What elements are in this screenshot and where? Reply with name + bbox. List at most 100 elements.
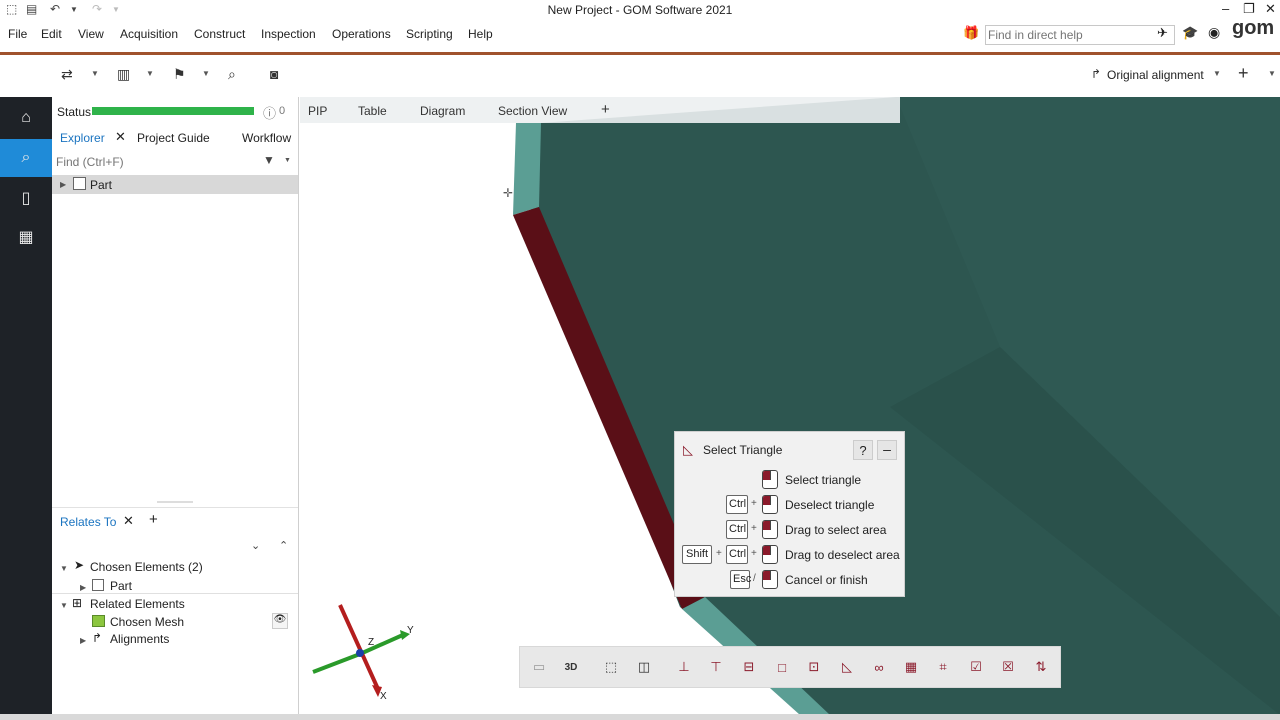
minimize-dialog-button[interactable]: – [877, 440, 897, 460]
mesh-view[interactable]: Z Y X [300, 97, 1280, 715]
clear-selection-icon[interactable]: ☒ [997, 657, 1019, 677]
close-icon[interactable]: ✕ [1265, 1, 1276, 17]
filter-icon[interactable]: ▼ [263, 153, 275, 167]
related-elements-label: Related Elements [90, 597, 185, 611]
add-dropdown-icon[interactable]: ▼ [1268, 69, 1276, 78]
splitter-handle[interactable] [157, 501, 193, 503]
shortcut-label: Drag to select area [785, 523, 887, 537]
menu-scripting[interactable]: Scripting [406, 27, 453, 41]
shortcut-row-cancel: Esc / Cancel or finish [675, 570, 906, 590]
label-dropdown-icon[interactable]: ▼ [202, 69, 210, 78]
tree-row-chosen-elements[interactable]: ▼ ➤ Chosen Elements (2) [60, 558, 298, 574]
rect-select-icon[interactable]: ⬚ [600, 657, 622, 677]
gift-icon[interactable]: 🎁 [963, 25, 979, 41]
slash-sign: / [753, 573, 756, 584]
help-button[interactable]: ? [853, 440, 873, 460]
report-icon[interactable]: ▯ [0, 179, 52, 217]
rocket-icon[interactable]: ✈ [1157, 25, 1168, 41]
tree-row-chosen-part[interactable]: ▶ Part [80, 579, 280, 593]
square-select-icon[interactable]: □ [771, 657, 793, 677]
menu-view[interactable]: View [78, 27, 104, 41]
plane-select-icon[interactable]: ⊤ [705, 657, 727, 677]
label-icon[interactable]: ⚑ [173, 66, 186, 83]
menu-operations[interactable]: Operations [332, 27, 391, 41]
status-label: Status [57, 105, 92, 119]
part-icon [92, 579, 104, 591]
expand-all-icon[interactable]: ⌃ [279, 539, 288, 552]
menu-file[interactable]: File [8, 27, 27, 41]
camera-icon[interactable]: ◙ [270, 66, 278, 82]
select-3d-icon[interactable]: 3D [560, 657, 582, 677]
add-view-tab-button[interactable]: + [601, 101, 610, 118]
menu-construct[interactable]: Construct [194, 27, 245, 41]
inspect-search-icon[interactable]: ⌕ [0, 139, 52, 177]
filter-dropdown-icon[interactable]: ▼ [284, 157, 291, 164]
tree-item-part[interactable]: ▶ Part [52, 175, 298, 194]
graduation-cap-icon[interactable]: 🎓 [1182, 25, 1198, 41]
menu-accent-line [0, 52, 1280, 55]
add-tab-button[interactable]: + [149, 511, 158, 528]
mesh-grid-icon[interactable]: ▦ [0, 218, 52, 256]
patch-select-icon[interactable]: ⊟ [738, 657, 760, 677]
corner-select-icon[interactable]: ⊡ [803, 657, 825, 677]
home-icon[interactable]: ⌂ [0, 99, 52, 137]
menu-acquisition[interactable]: Acquisition [120, 27, 178, 41]
chosen-part-label: Part [110, 579, 133, 593]
tab-pip[interactable]: PIP [308, 104, 327, 118]
tree-row-related-elements[interactable]: ▼ ⊞ Related Elements [60, 596, 298, 611]
expand-icon[interactable]: ▶ [80, 583, 86, 592]
search-icon[interactable]: ⌕ [228, 66, 236, 83]
tab-explorer[interactable]: Explorer [60, 131, 105, 145]
tab-diagram[interactable]: Diagram [420, 104, 465, 118]
tab-workflow[interactable]: Workflow [242, 131, 296, 145]
help-search-input[interactable] [985, 25, 1175, 45]
chart-dropdown-icon[interactable]: ▼ [146, 69, 154, 78]
alignment-dropdown-icon[interactable]: ▼ [91, 69, 99, 78]
triangle-select-icon[interactable]: ◺ [836, 657, 858, 677]
status-strip [0, 714, 1280, 720]
split-view-icon[interactable]: ◫ [633, 657, 655, 677]
add-button[interactable]: + [1238, 63, 1249, 84]
confirm-selection-icon[interactable]: ☑ [965, 657, 987, 677]
visibility-eye-icon[interactable]: 👁 [272, 613, 288, 629]
close-explorer-tab-icon[interactable]: ✕ [115, 129, 126, 145]
close-relates-tab-icon[interactable]: ✕ [123, 513, 134, 529]
restore-icon[interactable]: ❐ [1243, 1, 1255, 17]
info-icon[interactable]: ⓘ [263, 103, 276, 122]
menu-inspection[interactable]: Inspection [261, 27, 316, 41]
expand-icon[interactable]: ▶ [60, 180, 66, 189]
transfer-selection-icon[interactable]: ⇅ [1030, 657, 1052, 677]
chart-icon[interactable]: ▥ [117, 66, 130, 83]
collapse-all-icon[interactable]: ⌄ [251, 539, 260, 552]
explorer-find-input[interactable] [56, 155, 256, 169]
frame-select-icon[interactable]: ⌗ [932, 657, 954, 677]
tab-project-guide[interactable]: Project Guide [137, 131, 210, 145]
ctrl-key: Ctrl [726, 520, 748, 539]
alignment-selector-dropdown-icon[interactable]: ▼ [1213, 69, 1221, 78]
link-select-icon[interactable]: ∞ [868, 657, 890, 677]
alignment-tool-icon[interactable]: ⇄ [61, 66, 73, 83]
tab-section-view[interactable]: Section View [498, 104, 567, 118]
user-icon[interactable]: ◉ [1208, 24, 1220, 41]
alignment-selector[interactable]: Original alignment [1107, 68, 1204, 82]
chosen-elements-label: Chosen Elements (2) [90, 560, 203, 574]
explorer-tabs: Explorer ✕ Project Guide Workflow [52, 125, 299, 149]
plus-sign: + [716, 548, 722, 559]
surface-select-icon[interactable]: ⊥ [673, 657, 695, 677]
tab-relates-to[interactable]: Relates To [60, 515, 116, 529]
menu-help[interactable]: Help [468, 27, 493, 41]
select-mode-icon[interactable]: ▭ [528, 657, 550, 677]
collapse-icon[interactable]: ▼ [60, 564, 68, 573]
grid-select-icon[interactable]: ▦ [900, 657, 922, 677]
tab-table[interactable]: Table [358, 104, 387, 118]
left-click-icon [762, 545, 778, 564]
tree-row-alignments[interactable]: ▶ ↱ Alignments [80, 631, 280, 646]
mesh-icon [92, 615, 105, 627]
collapse-icon[interactable]: ▼ [60, 601, 68, 610]
minimize-icon[interactable]: – [1222, 1, 1229, 16]
menu-edit[interactable]: Edit [41, 27, 62, 41]
shift-key: Shift [682, 545, 712, 564]
3d-viewport[interactable]: Z Y X PIP Table Diagram Section View + ✛ [300, 97, 1280, 715]
chosen-mesh-label: Chosen Mesh [110, 615, 185, 629]
expand-icon[interactable]: ▶ [80, 636, 86, 645]
